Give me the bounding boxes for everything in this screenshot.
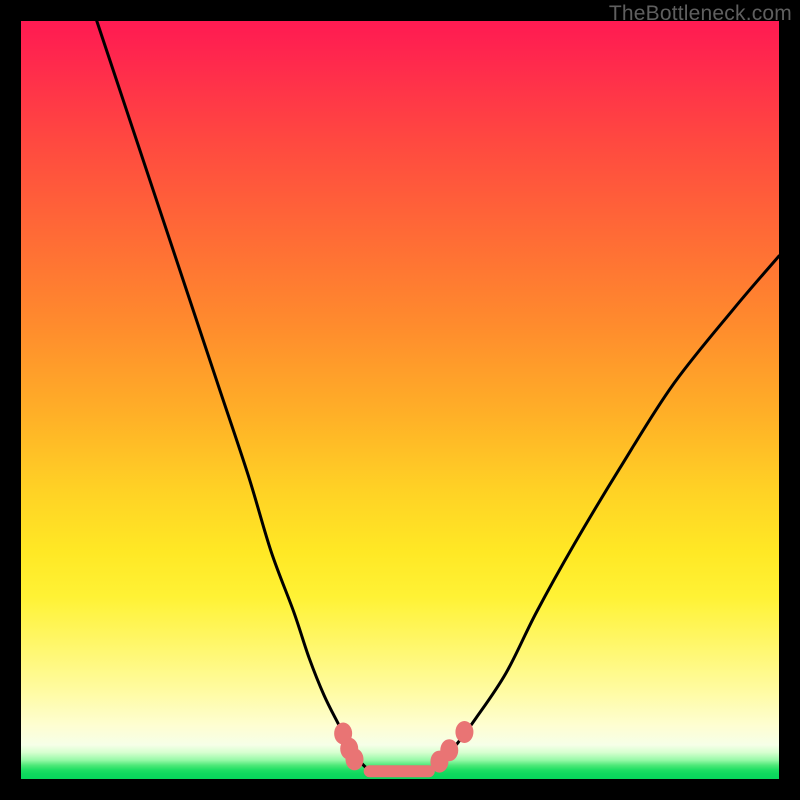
outer-frame: TheBottleneck.com [0, 0, 800, 800]
bottleneck-curve [97, 21, 779, 773]
watermark-text: TheBottleneck.com [609, 2, 792, 26]
marker-group [334, 721, 473, 777]
curve-layer [21, 21, 779, 779]
valley-floor-marker [364, 765, 435, 777]
right-cluster-gap [455, 721, 473, 743]
curve-group [97, 21, 779, 773]
right-cluster-mid [440, 739, 458, 761]
left-cluster-low [346, 748, 364, 770]
